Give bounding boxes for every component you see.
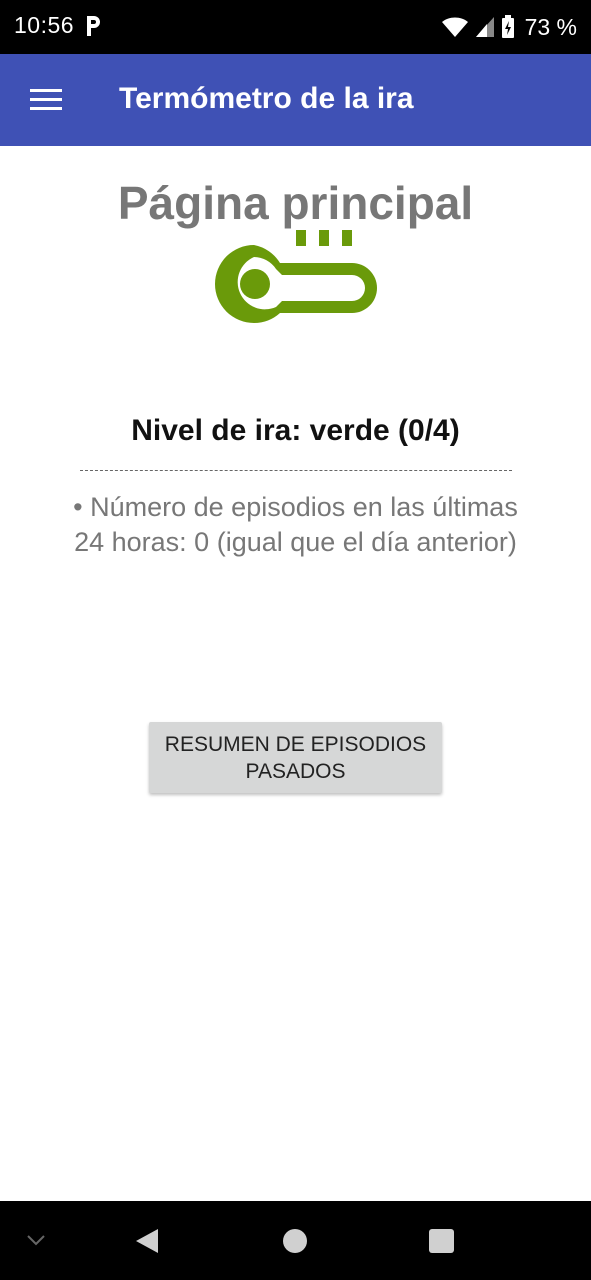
past-episodes-summary-button[interactable]: RESUMEN DE EPISODIOS PASADOS	[149, 722, 442, 793]
hamburger-menu-icon[interactable]	[30, 89, 62, 111]
battery-percent: 73 %	[524, 13, 577, 40]
app-title: Termómetro de la ira	[119, 82, 414, 115]
status-icons: 73 %	[441, 12, 577, 42]
divider	[80, 470, 512, 471]
wifi-icon	[441, 17, 468, 37]
parking-p-icon	[87, 16, 100, 36]
thermometer-icon	[215, 230, 377, 323]
chevron-down-icon[interactable]	[26, 1233, 46, 1247]
page-title: Página principal	[117, 177, 474, 229]
home-icon[interactable]	[283, 1229, 307, 1253]
main-content: Página principal Nivel de ira: verde (0/…	[0, 146, 591, 1201]
status-bar: 10:56 73 %	[0, 0, 591, 54]
episodes-summary-text: • Número de episodios en las últimas 24 …	[73, 492, 518, 557]
signal-icon	[475, 17, 494, 37]
anger-level-text: Nivel de ira: verde (0/4)	[131, 414, 460, 447]
back-icon[interactable]	[134, 1227, 160, 1255]
recents-icon[interactable]	[429, 1229, 454, 1253]
app-bar: Termómetro de la ira	[0, 54, 591, 146]
battery-icon	[501, 15, 514, 38]
system-nav-bar	[0, 1201, 591, 1280]
status-time: 10:56	[14, 12, 75, 38]
